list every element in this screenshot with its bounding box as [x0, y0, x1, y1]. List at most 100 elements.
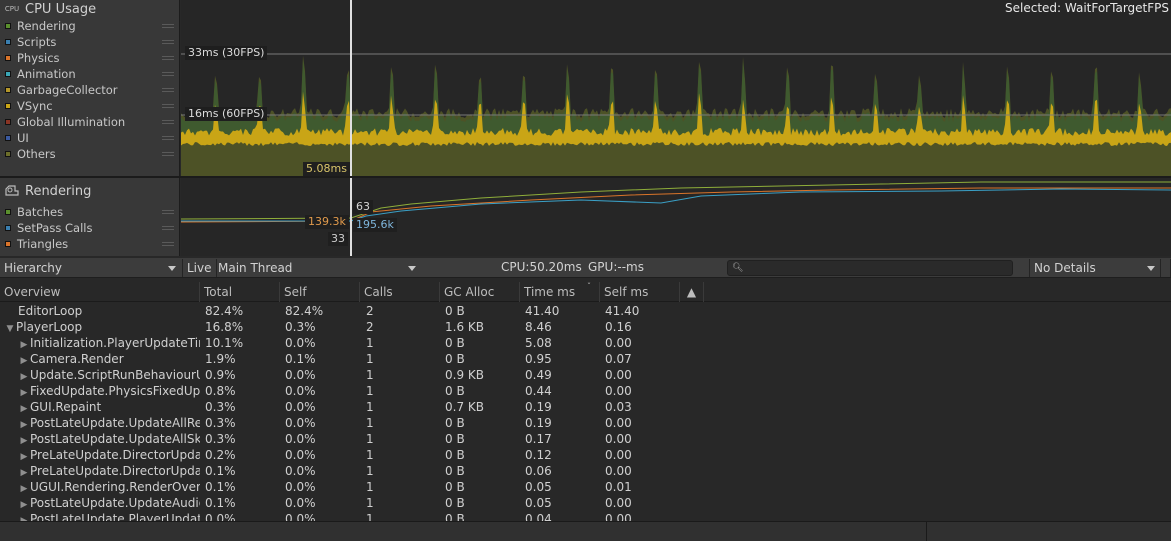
legend-color-swatch[interactable] — [5, 71, 11, 77]
options-menu-button[interactable] — [1160, 259, 1171, 277]
drag-handle-icon[interactable] — [162, 56, 174, 60]
cpu-legend-item[interactable]: Others — [0, 146, 180, 162]
legend-color-swatch[interactable] — [5, 39, 11, 45]
column-overview[interactable]: Overview — [0, 282, 200, 302]
table-row[interactable]: ▼ PlayerLoop 16.8% 0.3% 2 1.6 KB 8.46 0.16 — [0, 319, 1171, 335]
live-toggle[interactable]: Live — [182, 259, 217, 277]
drag-handle-icon[interactable] — [162, 136, 174, 140]
cpu-usage-title[interactable]: CPU CPU Usage — [0, 0, 180, 18]
cpu-legend-item[interactable]: Rendering — [0, 18, 180, 34]
cpu-legend-item[interactable]: UI — [0, 130, 180, 146]
table-row[interactable]: ▶ Initialization.PlayerUpdateTim 10.1% 0.0%… — [0, 335, 1171, 351]
drag-handle-icon[interactable] — [162, 120, 174, 124]
legend-color-swatch[interactable] — [5, 241, 11, 247]
rendering-module[interactable]: Rendering Batches SetPass Calls Triangles — [0, 182, 180, 252]
row-time-cell: 0.95 — [525, 352, 552, 366]
details-dropdown[interactable]: No Details — [1029, 259, 1159, 277]
cpu-usage-chart[interactable]: 33ms (30FPS) 16ms (60FPS) 5.08ms Selecte… — [181, 0, 1171, 176]
row-time-cell: 0.44 — [525, 384, 552, 398]
row-total-cell: 0.3% — [205, 416, 236, 430]
column-self[interactable]: Self — [280, 282, 360, 302]
rendering-legend-item[interactable]: Triangles — [0, 236, 180, 252]
row-calls-cell: 1 — [366, 416, 374, 430]
rendering-legend-item[interactable]: Batches — [0, 204, 180, 220]
rendering-legend-item[interactable]: SetPass Calls — [0, 220, 180, 236]
drag-handle-icon[interactable] — [162, 40, 174, 44]
legend-color-swatch[interactable] — [5, 103, 11, 109]
view-type-dropdown[interactable]: Hierarchy — [0, 259, 180, 277]
chevron-down-icon — [1147, 266, 1155, 271]
search-input[interactable]: 🔍︎ — [727, 260, 1013, 276]
legend-color-swatch[interactable] — [5, 225, 11, 231]
legend-color-swatch[interactable] — [5, 55, 11, 61]
row-selfms-cell: 0.00 — [605, 336, 632, 350]
column-gc-alloc[interactable]: GC Alloc — [440, 282, 520, 302]
cpu-legend-item[interactable]: GarbageCollector — [0, 82, 180, 98]
row-name-label: PreLateUpdate.DirectorUpdat — [30, 464, 200, 478]
row-self-cell: 0.0% — [285, 432, 316, 446]
column-calls[interactable]: Calls — [360, 282, 440, 302]
table-row[interactable]: ▶ UGUI.Rendering.RenderOverla 0.1% 0.0% 1 0 B… — [0, 479, 1171, 495]
pane-splitter[interactable] — [926, 521, 927, 541]
legend-color-swatch[interactable] — [5, 135, 11, 141]
row-name-cell: ▶ PostLateUpdate.PlayerUpdate — [0, 511, 200, 521]
rendering-title[interactable]: Rendering — [0, 182, 180, 200]
legend-color-swatch[interactable] — [5, 209, 11, 215]
rendering-title-label: Rendering — [25, 183, 92, 199]
row-self-cell: 0.3% — [285, 320, 316, 334]
legend-color-swatch[interactable] — [5, 119, 11, 125]
table-row[interactable]: ▶ PostLateUpdate.UpdateAudio 0.1% 0.0% 1 0 B0… — [0, 495, 1171, 511]
ref-line-60fps-label: 16ms (60FPS) — [185, 107, 268, 121]
cpu-legend-item[interactable]: Animation — [0, 66, 180, 82]
table-row[interactable]: ▶ PostLateUpdate.UpdateAllRen 0.3% 0.0% 1 0 B… — [0, 415, 1171, 431]
cpu-usage-module[interactable]: CPU CPU Usage Rendering Scripts Physics Ani… — [0, 0, 180, 162]
column-total[interactable]: Total — [200, 282, 280, 302]
cpu-legend-item[interactable]: Global Illumination — [0, 114, 180, 130]
legend-color-swatch[interactable] — [5, 87, 11, 93]
row-self-cell: 82.4% — [285, 304, 324, 318]
table-row[interactable]: EditorLoop 82.4% 82.4% 2 0 B 41.40 41.40 — [0, 303, 1171, 319]
row-name-label: PostLateUpdate.PlayerUpdate — [30, 512, 200, 521]
row-name-label: PreLateUpdate.DirectorUpdat — [30, 448, 200, 462]
row-gc-cell: 1.6 KB — [445, 320, 484, 334]
table-row[interactable]: ▶ Camera.Render 1.9% 0.1% 1 0 B 0.95 0.07 — [0, 351, 1171, 367]
drag-handle-icon[interactable] — [162, 88, 174, 92]
cpu-legend-item[interactable]: VSync — [0, 98, 180, 114]
row-self-cell: 0.0% — [285, 464, 316, 478]
column-self-ms[interactable]: Self ms — [600, 282, 680, 302]
column-time-ms[interactable]: Time ms ˇ — [520, 282, 600, 302]
legend-color-swatch[interactable] — [5, 151, 11, 157]
drag-handle-icon[interactable] — [162, 24, 174, 28]
table-row[interactable]: ▶ PostLateUpdate.PlayerUpdate 0.0% 0.0% 1 0 B… — [0, 511, 1171, 521]
thread-dropdown[interactable]: Main Thread — [214, 259, 420, 277]
table-row[interactable]: ▶ PostLateUpdate.UpdateAllSki 0.3% 0.0% 1 0 B… — [0, 431, 1171, 447]
legend-label: Triangles — [17, 237, 69, 251]
table-row[interactable]: ▶ FixedUpdate.PhysicsFixedUpd 0.8% 0.0% 1 0 B… — [0, 383, 1171, 399]
column-warnings-icon[interactable]: ▲ — [680, 282, 704, 302]
table-row[interactable]: ▶ GUI.Repaint 0.3% 0.0% 1 0.7 KB 0.19 0.03 — [0, 399, 1171, 415]
row-self-cell: 0.0% — [285, 400, 316, 414]
drag-handle-icon[interactable] — [162, 104, 174, 108]
drag-handle-icon[interactable] — [162, 152, 174, 156]
drag-handle-icon[interactable] — [162, 210, 174, 214]
rendering-chart[interactable]: 63 139.3k 195.6k 33 — [181, 178, 1171, 256]
legend-label: Physics — [17, 51, 60, 65]
drag-handle-icon[interactable] — [162, 226, 174, 230]
row-selfms-cell: 0.00 — [605, 432, 632, 446]
table-row[interactable]: ▶ PreLateUpdate.DirectorUpdat 0.2% 0.0% 1 0 B… — [0, 447, 1171, 463]
row-calls-cell: 1 — [366, 512, 374, 521]
cpu-legend-item[interactable]: Scripts — [0, 34, 180, 50]
row-selfms-cell: 0.07 — [605, 352, 632, 366]
row-gc-cell: 0 B — [445, 464, 465, 478]
row-self-cell: 0.0% — [285, 480, 316, 494]
table-row[interactable]: ▶ Update.ScriptRunBehaviourU 0.9% 0.0% 1 0.9 … — [0, 367, 1171, 383]
expand-arrow-icon[interactable]: ▶ — [18, 513, 30, 521]
table-row[interactable]: ▶ PreLateUpdate.DirectorUpdat 0.1% 0.0% 1 0 B… — [0, 463, 1171, 479]
drag-handle-icon[interactable] — [162, 72, 174, 76]
row-time-cell: 0.17 — [525, 432, 552, 446]
drag-handle-icon[interactable] — [162, 242, 174, 246]
legend-label: Animation — [17, 67, 76, 81]
row-total-cell: 16.8% — [205, 320, 244, 334]
legend-color-swatch[interactable] — [5, 23, 11, 29]
cpu-legend-item[interactable]: Physics — [0, 50, 180, 66]
